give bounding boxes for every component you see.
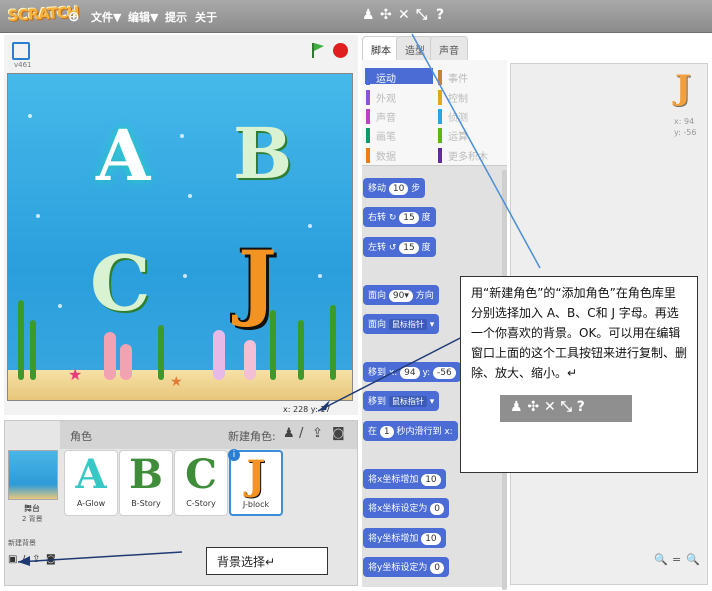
arrow-to-toolbar	[411, 33, 541, 269]
tool-buttons-image: ♟ ✣ ✕ ⤡ ?	[500, 395, 632, 422]
callout-instructions: 用“新建角色”的“添加角色”在角色库里分别选择加入 A、B、C和 J 字母。再选…	[460, 276, 698, 473]
callout-backdrop: 背景选择↵	[206, 547, 328, 575]
arrow-to-new-sprite	[317, 332, 471, 412]
arrow-to-backdrop	[17, 551, 183, 563]
